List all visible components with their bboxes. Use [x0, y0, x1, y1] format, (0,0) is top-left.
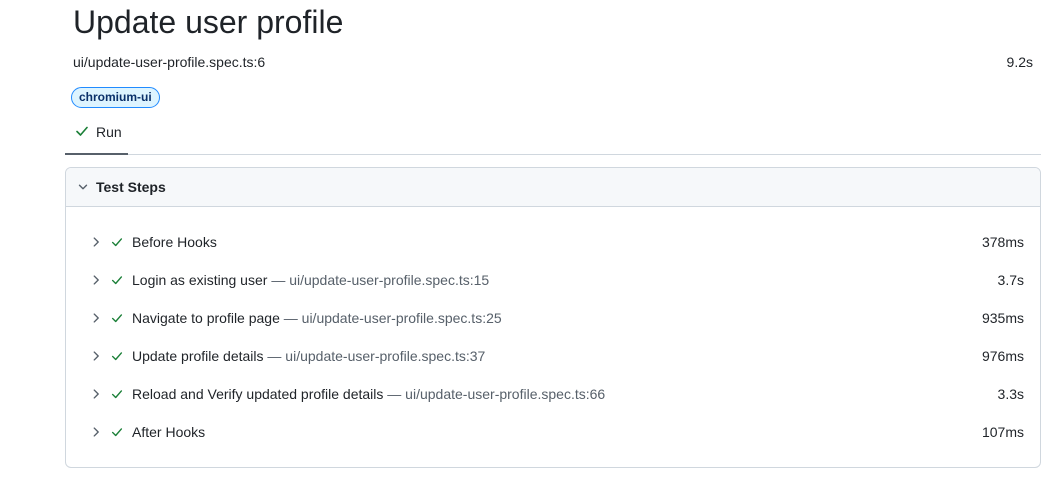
check-icon [111, 390, 123, 399]
step-title: Login as existing user — ui/update-user-… [132, 272, 490, 288]
step-row[interactable]: Login as existing user — ui/update-user-… [66, 261, 1040, 299]
step-location[interactable]: — ui/update-user-profile.spec.ts:25 [284, 310, 502, 326]
chevron-right-icon[interactable] [89, 387, 103, 401]
page-title: Update user profile [73, 4, 344, 40]
test-steps-header[interactable]: Test Steps [66, 168, 1040, 207]
step-title: Update profile details — ui/update-user-… [132, 348, 486, 364]
check-icon [76, 126, 88, 136]
test-file-location: ui/update-user-profile.spec.ts:6 [73, 54, 266, 70]
step-duration: 976ms [981, 348, 1024, 364]
check-icon [111, 314, 123, 323]
check-icon [111, 428, 123, 437]
test-result-page: Update user profile ui/update-user-profi… [0, 0, 1064, 484]
step-duration: 378ms [981, 234, 1024, 250]
step-row[interactable]: Before Hooks 378ms [66, 223, 1040, 261]
test-steps-panel: Test Steps Before Hooks 378ms Login as e… [65, 167, 1041, 468]
chevron-right-icon[interactable] [89, 349, 103, 363]
chevron-right-icon[interactable] [89, 311, 103, 325]
test-file-row: ui/update-user-profile.spec.ts:6 9.2s [73, 52, 1033, 72]
step-duration: 935ms [981, 310, 1024, 326]
step-row[interactable]: Reload and Verify updated profile detail… [66, 375, 1040, 413]
chevron-right-icon[interactable] [89, 273, 103, 287]
step-title: Navigate to profile page — ui/update-use… [132, 310, 502, 326]
step-duration: 3.7s [997, 272, 1024, 288]
step-duration: 107ms [981, 424, 1024, 440]
step-title: Reload and Verify updated profile detail… [132, 386, 606, 402]
test-duration: 9.2s [1006, 54, 1033, 70]
chevron-right-icon[interactable] [89, 425, 103, 439]
tab-run[interactable]: Run [65, 117, 128, 155]
step-row[interactable]: Navigate to profile page — ui/update-use… [66, 299, 1040, 337]
check-icon [111, 238, 123, 247]
chevron-right-icon[interactable] [89, 235, 103, 249]
step-duration: 3.3s [997, 386, 1024, 402]
chevron-down-icon [78, 184, 88, 190]
step-title: After Hooks [132, 424, 206, 440]
step-title: Before Hooks [132, 234, 217, 250]
project-badge[interactable]: chromium-ui [71, 87, 160, 108]
check-icon [111, 276, 123, 285]
tab-run-label: Run [96, 124, 122, 140]
result-tabs: Run [65, 117, 1041, 155]
test-steps-title: Test Steps [96, 179, 166, 195]
step-row[interactable]: After Hooks 107ms [66, 413, 1040, 451]
step-location[interactable]: — ui/update-user-profile.spec.ts:66 [387, 386, 605, 402]
step-row[interactable]: Update profile details — ui/update-user-… [66, 337, 1040, 375]
check-icon [111, 352, 123, 361]
step-location[interactable]: — ui/update-user-profile.spec.ts:37 [267, 348, 485, 364]
step-location[interactable]: — ui/update-user-profile.spec.ts:15 [271, 272, 489, 288]
